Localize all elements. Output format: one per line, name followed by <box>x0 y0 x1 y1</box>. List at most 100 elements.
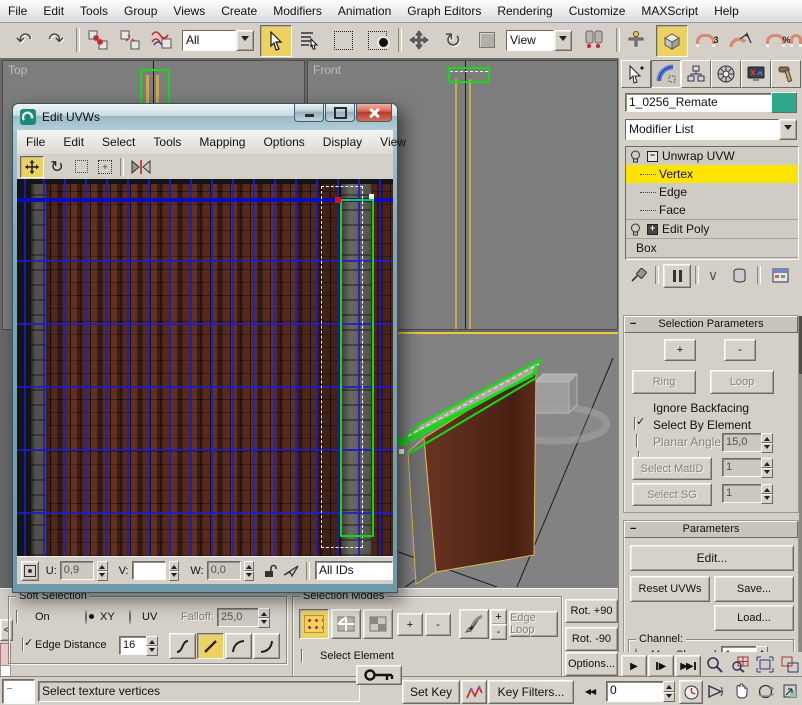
w-field[interactable]: 0,0 <box>207 561 241 580</box>
uvw-menu-edit[interactable]: Edit <box>54 132 93 153</box>
object-color-swatch[interactable] <box>771 92 797 113</box>
select-and-link-button[interactable] <box>84 26 112 54</box>
window-crossing-button[interactable] <box>362 25 392 55</box>
menu-help[interactable]: Help <box>706 1 747 22</box>
menu-group[interactable]: Group <box>116 1 165 22</box>
edge-mode-button[interactable] <box>331 609 361 639</box>
menu-rendering[interactable]: Rendering <box>489 1 560 22</box>
select-and-manipulate-button[interactable] <box>621 25 651 55</box>
options-button[interactable]: Options... <box>565 652 618 676</box>
key-filters-button[interactable]: Key Filters... <box>488 680 574 704</box>
go-to-start-button[interactable]: ◀◀ <box>578 683 602 699</box>
percent-snap-toggle-button[interactable]: % <box>760 27 790 54</box>
tab-motion[interactable] <box>711 60 741 88</box>
shrink-selection-button[interactable]: - <box>425 613 451 636</box>
menu-graph-editors[interactable]: Graph Editors <box>399 1 489 22</box>
pan-view-button[interactable] <box>729 680 752 702</box>
falloff-linear-button[interactable] <box>197 633 224 659</box>
load-uvws-button[interactable]: Load... <box>714 605 794 631</box>
frame-spinner[interactable] <box>663 681 675 702</box>
save-uvws-button[interactable]: Save... <box>714 576 794 602</box>
uvw-mirror-button[interactable] <box>128 157 154 177</box>
remove-modifier-button[interactable] <box>727 264 751 286</box>
menu-views[interactable]: Views <box>165 1 213 22</box>
uv-editor-canvas[interactable] <box>17 179 393 556</box>
uvw-menu-mapping[interactable]: Mapping <box>190 132 254 153</box>
ignore-backfacing-checkbox[interactable]: ✓ <box>634 417 636 431</box>
configure-modifier-sets-button[interactable] <box>767 264 793 286</box>
edit-uvws-open-button[interactable]: Edit... <box>630 545 794 571</box>
select-object-button[interactable] <box>260 25 292 57</box>
select-and-scale-button[interactable] <box>472 25 502 55</box>
next-frame-button[interactable]: ▶ <box>648 655 674 677</box>
planar-angle-spinner[interactable] <box>761 433 773 452</box>
planar-angle-field[interactable]: 15,0 <box>722 433 764 452</box>
selection-filter-dropdown[interactable]: All <box>182 30 254 51</box>
absolute-offset-mode-button[interactable] <box>21 561 39 581</box>
edge-distance-field[interactable]: 16 <box>119 636 149 655</box>
tab-display[interactable] <box>741 60 771 88</box>
object-name-field[interactable]: 1_0256_Remate <box>625 93 773 112</box>
rotate-minus-90-button[interactable]: Rot. -90 <box>565 627 618 651</box>
face-mode-button[interactable] <box>363 609 393 639</box>
select-and-move-button[interactable] <box>404 25 434 55</box>
ring-button[interactable]: Ring <box>632 370 696 394</box>
uvw-rotate-button[interactable]: ↻ <box>46 157 68 177</box>
selected-vertex[interactable] <box>335 197 341 203</box>
sg-field[interactable]: 1 <box>722 484 764 503</box>
spinner-snap-toggle-button[interactable] <box>790 27 802 54</box>
select-by-name-button[interactable] <box>294 25 324 55</box>
paint-shrink-button[interactable]: - <box>490 624 507 640</box>
sg-spinner[interactable] <box>761 484 773 503</box>
stack-row-edge[interactable]: Edge <box>626 183 798 201</box>
select-and-rotate-button[interactable]: ↻ <box>438 25 468 55</box>
menu-create[interactable]: Create <box>213 1 265 22</box>
uvw-move-button[interactable] <box>20 156 44 178</box>
tab-create[interactable] <box>621 60 651 88</box>
set-key-button[interactable]: Set Key <box>402 680 460 704</box>
close-button[interactable] <box>356 104 392 122</box>
reset-uvws-button[interactable]: Reset UVWs <box>630 576 710 602</box>
vertex-mode-button[interactable] <box>299 609 329 639</box>
lock-selected-vertices-button[interactable] <box>261 561 279 581</box>
select-sg-button[interactable]: Select SG <box>632 483 712 506</box>
falloff-field[interactable]: 25,0 <box>217 608 261 627</box>
paint-grow-button[interactable]: + <box>490 609 507 625</box>
redo-button[interactable]: ↷ <box>42 26 70 54</box>
rotate-plus-90-button[interactable]: Rot. +90 <box>565 599 618 623</box>
tab-modify[interactable] <box>651 60 681 88</box>
tab-utilities[interactable] <box>771 60 801 88</box>
use-pivot-point-button[interactable] <box>578 25 610 55</box>
reference-coordinate-dropdown[interactable]: View <box>506 30 572 51</box>
maximize-button[interactable] <box>325 104 355 122</box>
pin-stack-button[interactable] <box>627 264 651 286</box>
menu-maxscript[interactable]: MAXScript <box>633 1 706 22</box>
time-configuration-button[interactable] <box>679 680 703 704</box>
parameters-header[interactable]: − Parameters <box>624 521 798 538</box>
uvw-menu-tools[interactable]: Tools <box>144 132 190 153</box>
menu-edit[interactable]: Edit <box>35 1 72 22</box>
menu-file[interactable]: File <box>0 1 35 22</box>
angle-snap-toggle-button[interactable] <box>724 27 756 54</box>
toggle-set-key-mode-button[interactable] <box>356 665 402 685</box>
menu-animation[interactable]: Animation <box>330 1 399 22</box>
snap-toggle-3d-button[interactable]: 3 <box>690 27 720 54</box>
collapse-icon[interactable]: − <box>647 151 658 162</box>
edge-loop-button[interactable]: Edge Loop <box>509 611 558 637</box>
bind-to-space-warp-button[interactable] <box>148 26 176 54</box>
paint-select-button[interactable] <box>459 609 489 639</box>
modifier-list-dropdown[interactable]: Modifier List <box>625 119 797 140</box>
min-max-toggle-button[interactable] <box>779 680 801 702</box>
zoom-all-button[interactable] <box>728 654 751 675</box>
unlink-selection-button[interactable] <box>116 26 144 54</box>
go-to-end-button[interactable]: ▶▶ <box>675 655 701 677</box>
uvw-menu-view[interactable]: View <box>371 132 415 153</box>
minimize-button[interactable] <box>294 104 324 122</box>
grow-selection-button[interactable]: + <box>397 613 423 636</box>
uvw-scale-button[interactable] <box>70 157 92 177</box>
u-spinner[interactable] <box>97 561 108 580</box>
grow-uv-selection-button[interactable]: + <box>664 339 696 361</box>
v-spinner[interactable] <box>169 561 180 580</box>
matid-field[interactable]: 1 <box>722 458 764 477</box>
undo-button[interactable]: ↶ <box>10 26 38 54</box>
